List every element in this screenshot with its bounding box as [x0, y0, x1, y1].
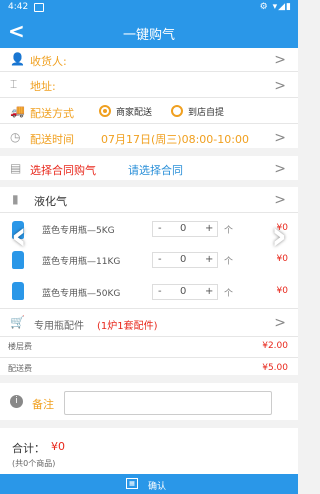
delivery-time-label: 配送时间	[30, 133, 74, 146]
total-count: (共0个商品)	[12, 459, 56, 468]
increment-button[interactable]: +	[205, 254, 213, 265]
fee-value: ¥2.00	[262, 341, 288, 351]
delivery-option-pickup[interactable]: 到店自提	[188, 105, 224, 118]
total-value: ¥0	[51, 440, 65, 453]
chevron-right-icon: >	[274, 78, 286, 94]
chevron-right-icon: >	[274, 161, 286, 177]
total-row: 合计： ¥0 (共0个商品)	[0, 428, 298, 474]
address-label: 地址:	[30, 80, 56, 93]
quantity-value[interactable]: 0	[180, 286, 186, 297]
info-icon: i	[10, 395, 23, 408]
delivery-option-merchant[interactable]: 商家配送	[116, 105, 152, 118]
contract-select[interactable]: 请选择合同	[128, 162, 183, 178]
increment-button[interactable]: +	[205, 223, 213, 234]
quantity-value[interactable]: 0	[180, 223, 186, 234]
truck-icon: 🚚	[10, 104, 25, 118]
remark-label: 备注	[32, 398, 54, 411]
confirm-button[interactable]: ▦ 确认	[0, 474, 298, 494]
product-name: 蓝色专用瓶—50KG	[42, 289, 121, 299]
gas-category-label: 液化气	[34, 195, 67, 208]
fee-row: 配送费 ¥5.00	[0, 358, 298, 379]
cart-icon: 🛒	[10, 315, 25, 329]
accessories-label: 专用瓶配件	[34, 321, 84, 332]
address-row[interactable]: ⌶ 地址: >	[0, 72, 298, 98]
chevron-right-icon: >	[274, 315, 286, 331]
quantity-stepper: - 0 +	[152, 221, 218, 237]
status-time: 4:42	[8, 2, 29, 12]
app-header: < 一键购气	[0, 16, 298, 48]
status-bar: 4:42 ⚙ ▾◢▮	[0, 0, 298, 16]
delivery-time-value[interactable]: 07月17日(周三)08:00-10:00	[101, 131, 249, 147]
product-name: 蓝色专用瓶—11KG	[42, 257, 121, 267]
product-name: 蓝色专用瓶—5KG	[42, 226, 115, 236]
calculator-icon: ▦	[126, 478, 138, 489]
product-list: 蓝色专用瓶—5KG - 0 + 个 ¥0 蓝色专用瓶—11KG - 0 + 个 …	[0, 213, 298, 309]
accessories-note: (1炉1套配件)	[97, 321, 158, 332]
quantity-stepper: - 0 +	[152, 252, 218, 268]
unit-label: 个	[224, 257, 234, 267]
gas-bottle-image	[12, 282, 24, 300]
delivery-radio-pickup[interactable]	[171, 105, 183, 117]
fee-row: 楼层费 ¥2.00	[0, 337, 298, 358]
chevron-right-icon: >	[274, 192, 286, 208]
gas-bottle-icon: ▮	[12, 192, 19, 206]
delivery-label: 配送方式	[30, 107, 74, 120]
notification-icon	[34, 3, 44, 12]
address-icon: ⌶	[10, 77, 18, 91]
increment-button[interactable]: +	[205, 286, 213, 297]
chevron-right-icon: >	[274, 130, 286, 146]
receiver-label: 收货人:	[30, 55, 67, 68]
contract-icon: ▤	[10, 161, 22, 175]
decrement-button[interactable]: -	[158, 223, 162, 234]
system-status-icons: ⚙ ▾◢▮	[259, 2, 292, 12]
delivery-row: 🚚 配送方式 商家配送 到店自提	[0, 98, 298, 124]
confirm-label: 确认	[148, 482, 167, 492]
carousel-prev-icon[interactable]: ‹	[4, 215, 34, 261]
chevron-right-icon: >	[274, 52, 286, 68]
unit-label: 个	[224, 289, 234, 299]
unit-label: 个	[224, 226, 234, 236]
carousel-next-icon[interactable]: ›	[264, 215, 294, 261]
quantity-stepper: - 0 +	[152, 284, 218, 300]
delivery-radio-merchant[interactable]	[99, 105, 111, 117]
receiver-row[interactable]: 👤 收货人: >	[0, 48, 298, 72]
gas-category-row[interactable]: ▮ 液化气 >	[0, 187, 298, 213]
clock-icon: ◷	[10, 130, 21, 144]
fee-label: 配送费	[8, 364, 32, 373]
accessories-row[interactable]: 🛒 专用瓶配件 (1炉1套配件) >	[0, 309, 298, 337]
contract-row[interactable]: ▤ 选择合同购气 请选择合同 >	[0, 156, 298, 184]
user-icon: 👤	[10, 52, 25, 66]
decrement-button[interactable]: -	[158, 254, 162, 265]
decrement-button[interactable]: -	[158, 286, 162, 297]
product-price: ¥0	[276, 286, 288, 296]
total-label: 合计：	[12, 442, 45, 455]
contract-label: 选择合同购气	[30, 164, 96, 177]
page-title: 一键购气	[122, 28, 175, 43]
fee-value: ¥5.00	[262, 363, 288, 373]
quantity-value[interactable]: 0	[180, 254, 186, 265]
remark-input[interactable]	[64, 391, 272, 415]
fee-label: 楼层费	[8, 342, 32, 351]
delivery-time-row[interactable]: ◷ 配送时间 07月17日(周三)08:00-10:00 >	[0, 124, 298, 154]
